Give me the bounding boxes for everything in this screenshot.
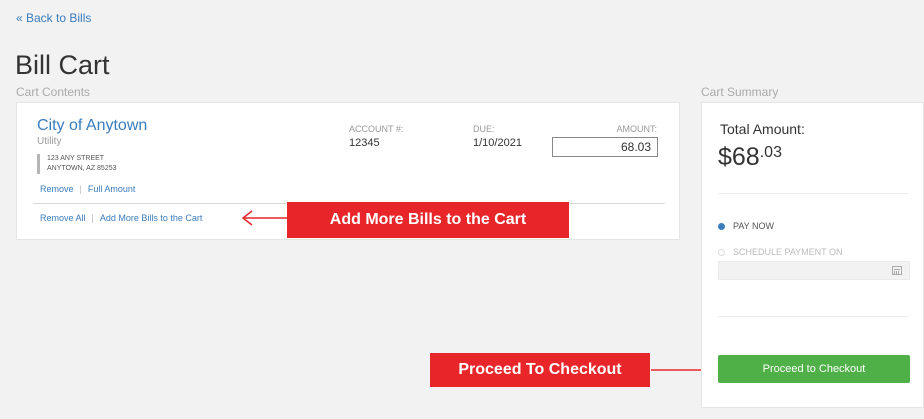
schedule-payment-radio[interactable] xyxy=(718,248,725,256)
total-cents: .03 xyxy=(759,144,782,161)
summary-divider xyxy=(718,193,908,194)
add-more-arrow-icon xyxy=(241,210,287,226)
total-dollars: $68 xyxy=(718,143,760,171)
page-title: Bill Cart xyxy=(15,50,110,80)
total-amount-label: Total Amount: xyxy=(720,121,805,137)
address-line-2: ANYTOWN, AZ 85253 xyxy=(47,165,117,172)
summary-divider xyxy=(718,316,908,317)
total-amount-value: $68.03 xyxy=(718,143,782,172)
pay-now-radio[interactable] xyxy=(718,222,725,230)
schedule-date-field[interactable] xyxy=(718,261,910,280)
proceed-to-checkout-button[interactable]: Proceed to Checkout xyxy=(718,355,910,383)
payee-address: 123 ANY STREET ANYTOWN, AZ 85253 xyxy=(37,154,117,174)
schedule-payment-option[interactable]: SCHEDULE PAYMENT ON xyxy=(718,247,843,257)
checkout-callout: Proceed To Checkout xyxy=(430,353,650,387)
separator: | xyxy=(91,213,94,223)
remove-bill-link[interactable]: Remove xyxy=(40,184,74,194)
address-line-1: 123 ANY STREET xyxy=(47,155,105,162)
due-date-label: DUE: xyxy=(473,124,495,134)
calendar-icon[interactable] xyxy=(892,266,902,275)
separator: | xyxy=(79,184,82,194)
add-more-bills-link[interactable]: Add More Bills to the Cart xyxy=(100,213,203,223)
payee-type: Utility xyxy=(37,136,62,147)
add-more-callout: Add More Bills to the Cart xyxy=(287,202,569,238)
full-amount-link[interactable]: Full Amount xyxy=(88,184,136,194)
amount-label: AMOUNT: xyxy=(616,124,658,134)
cart-footer-actions: Remove All | Add More Bills to the Cart xyxy=(40,213,202,223)
schedule-payment-label: SCHEDULE PAYMENT ON xyxy=(733,247,843,257)
cart-contents-heading: Cart Contents xyxy=(16,85,91,99)
cart-summary-heading: Cart Summary xyxy=(701,85,779,99)
amount-input[interactable] xyxy=(552,137,658,157)
cart-summary-panel: Total Amount: $68.03 PAY NOW SCHEDULE PA… xyxy=(701,102,924,408)
payee-name-link[interactable]: City of Anytown xyxy=(37,117,147,135)
pay-now-label: PAY NOW xyxy=(733,221,775,231)
due-date-value: 1/10/2021 xyxy=(473,137,522,149)
back-to-bills-link[interactable]: « Back to Bills xyxy=(16,11,91,25)
pay-now-option[interactable]: PAY NOW xyxy=(718,221,774,231)
remove-all-link[interactable]: Remove All xyxy=(40,213,86,223)
account-number-label: ACCOUNT #: xyxy=(349,124,404,134)
account-number-value: 12345 xyxy=(349,137,380,149)
bill-actions: Remove | Full Amount xyxy=(40,184,135,194)
